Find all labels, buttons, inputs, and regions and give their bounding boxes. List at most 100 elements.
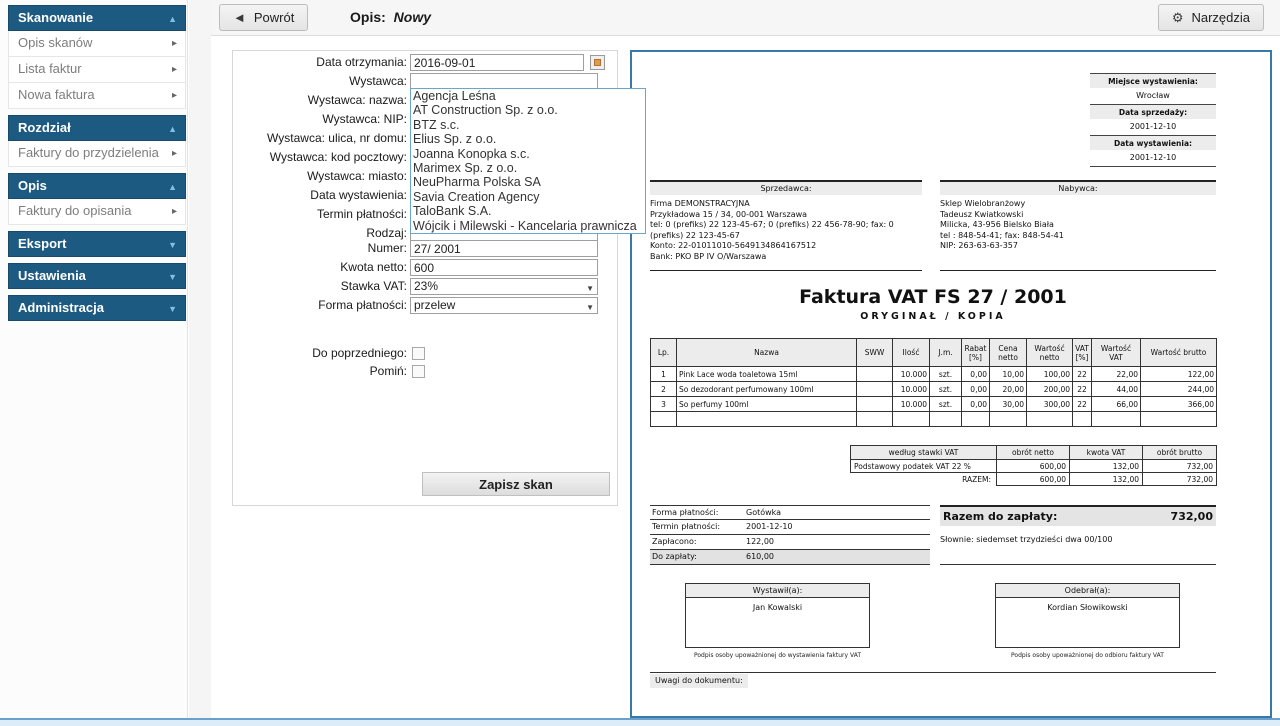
sidebar-item-faktury-do-przydzielenia[interactable]: Faktury do przydzielenia ▸ xyxy=(8,141,186,167)
item-cell xyxy=(857,367,893,382)
sidebar-item-faktury-do-opisania[interactable]: Faktury do opisania ▸ xyxy=(8,199,186,225)
item-cell: 22 xyxy=(1073,367,1092,382)
buyer-line: Milicka, 43-956 Bielsko Biała xyxy=(940,220,1216,231)
wystawca-option[interactable]: Wójcik i Milewski - Kancelaria prawnicza xyxy=(411,219,645,233)
sidebar-item-lista-faktur[interactable]: Lista faktur ▸ xyxy=(8,57,186,83)
bottom-strip xyxy=(0,718,1280,726)
vat-header-row: według stawki VAT obrót netto kwota VAT … xyxy=(851,446,1217,460)
payment-block: Forma płatności: Gotówka Termin płatnośc… xyxy=(650,505,930,565)
gear-icon: ⚙ xyxy=(1172,10,1184,26)
item-cell: szt. xyxy=(930,382,962,397)
item-cell: 30,00 xyxy=(990,397,1027,412)
sidebar-section-administracja[interactable]: Administracja ▼ xyxy=(8,295,186,321)
buyer-line: NIP: 263-63-63-357 xyxy=(940,241,1216,252)
buyer-block: Nabywca: Sklep Wielobranżowy Tadeusz Kwi… xyxy=(940,180,1216,271)
item-cell: 200,00 xyxy=(1027,382,1073,397)
col-header: Rabat [%] xyxy=(962,339,990,367)
sidebar-item-nowa-faktura[interactable]: Nowa faktura ▸ xyxy=(8,83,186,109)
chevron-right-icon: ▸ xyxy=(172,142,177,166)
item-cell: 100,00 xyxy=(1027,367,1073,382)
wystawca-option[interactable]: BTZ s.c. xyxy=(411,118,645,132)
sidebar-menu: Skanowanie ▲ Opis skanów ▸ Lista faktur … xyxy=(8,5,186,327)
sidebar-section-label: Ustawienia xyxy=(18,268,86,283)
wystawca-ulica-label: Wystawca: ulica, nr domu: xyxy=(233,130,407,147)
wystawca-option[interactable]: Elius Sp. z o.o. xyxy=(411,132,645,146)
kwota-netto-label: Kwota netto: xyxy=(233,259,407,276)
form-row-stawka-vat: Stawka VAT: 23% ▼ xyxy=(233,278,617,295)
page-title-value: Nowy xyxy=(394,9,431,25)
item-cell xyxy=(857,382,893,397)
stawka-vat-label: Stawka VAT: xyxy=(233,278,407,295)
data-otrzymania-input[interactable] xyxy=(410,54,584,71)
select-arrow-icon: ▼ xyxy=(586,300,594,315)
sidebar-section-rozdzial[interactable]: Rozdział ▲ xyxy=(8,115,186,141)
form-row-forma-platnosci: Forma płatności: przelew ▼ xyxy=(233,297,617,314)
vat-total-row: RAZEM: 600,00 132,00 732,00 xyxy=(851,473,1217,486)
meta-label: Data wystawienia: xyxy=(1090,135,1216,150)
calendar-button[interactable] xyxy=(590,55,605,70)
tools-button[interactable]: ⚙ Narzędzia xyxy=(1158,4,1264,31)
form-row-pomin: Pomiń: xyxy=(233,363,617,380)
sidebar-section-opis[interactable]: Opis ▲ xyxy=(8,173,186,199)
wystawca-option[interactable]: Joanna Konopka s.c. xyxy=(411,147,645,161)
chevron-right-icon: ▸ xyxy=(172,84,177,108)
chevron-right-icon: ▸ xyxy=(172,58,177,82)
stawka-vat-select[interactable]: 23% ▼ xyxy=(410,278,598,295)
item-cell: 244,00 xyxy=(1141,382,1217,397)
pomin-checkbox[interactable] xyxy=(412,365,425,378)
data-otrzymania-label: Data otrzymania: xyxy=(233,54,407,71)
select-arrow-icon: ▼ xyxy=(586,281,594,296)
sidebar-section-skanowanie[interactable]: Skanowanie ▲ xyxy=(8,5,186,31)
item-cell: 0,00 xyxy=(962,367,990,382)
col-header: Lp. xyxy=(651,339,677,367)
total-due-block: Razem do zapłaty: 732,00 Słownie: siedem… xyxy=(940,505,1216,565)
total-due-label: Razem do zapłaty: xyxy=(943,510,1057,523)
invoice-document: Miejsce wystawienia: Wrocław Data sprzed… xyxy=(632,52,1270,716)
seller-header: Sprzedawca: xyxy=(650,180,922,195)
buyer-line: Tadeusz Kwiatkowski xyxy=(940,210,1216,221)
payment-value: 610,00 xyxy=(742,550,774,564)
col-header: SWW xyxy=(857,339,893,367)
termin-platnosci-label: Termin płatności: xyxy=(233,206,407,223)
wystawca-option[interactable]: Marimex Sp. z o.o. xyxy=(411,161,645,175)
wystawca-option[interactable]: Savia Creation Agency xyxy=(411,190,645,204)
vat-col-header: kwota VAT xyxy=(1070,446,1143,460)
invoice-meta-box: Miejsce wystawienia: Wrocław Data sprzed… xyxy=(1090,73,1216,167)
sidebar-item-opis-skanow[interactable]: Opis skanów ▸ xyxy=(8,31,186,57)
payment-row: Termin płatności: 2001-12-10 xyxy=(650,520,930,535)
sidebar-section-ustawienia[interactable]: Ustawienia ▼ xyxy=(8,263,186,289)
wystawca-label: Wystawca: xyxy=(233,73,407,90)
vat-cell: Podstawowy podatek VAT 22 % xyxy=(851,460,997,473)
item-cell: 10.000 xyxy=(893,397,930,412)
forma-platnosci-label: Forma płatności: xyxy=(233,297,407,314)
item-cell: szt. xyxy=(930,397,962,412)
numer-input[interactable] xyxy=(410,240,598,257)
vat-total-label: RAZEM: xyxy=(851,473,997,486)
col-header: J.m. xyxy=(930,339,962,367)
do-poprzedniego-checkbox[interactable] xyxy=(412,347,425,360)
wystawca-option[interactable]: TaloBank S.A. xyxy=(411,204,645,218)
seller-line: tel: 0 (prefiks) 22 123-45-67; 0 (prefik… xyxy=(650,220,922,241)
payment-label: Zapłacono: xyxy=(650,535,742,549)
item-cell: 22 xyxy=(1073,382,1092,397)
kwota-netto-input[interactable] xyxy=(410,259,598,276)
wystawca-option[interactable]: AT Construction Sp. z o.o. xyxy=(411,103,645,117)
pomin-label: Pomiń: xyxy=(233,363,407,380)
payment-label: Termin płatności: xyxy=(650,520,742,534)
wystawca-option[interactable]: Agencja Leśna xyxy=(411,89,645,103)
forma-platnosci-select[interactable]: przelew ▼ xyxy=(410,297,598,314)
sidebar-section-label: Administracja xyxy=(18,300,104,315)
page-title: Opis: Nowy xyxy=(350,9,431,25)
back-button[interactable]: ◄ Powrót xyxy=(219,4,308,31)
do-poprzedniego-label: Do poprzedniego: xyxy=(233,345,407,362)
sidebar-section-eksport[interactable]: Eksport ▼ xyxy=(8,231,186,257)
form-row-data-otrzymania: Data otrzymania: xyxy=(233,54,617,71)
meta-label: Data sprzedaży: xyxy=(1090,104,1216,119)
save-scan-button[interactable]: Zapisz skan xyxy=(422,472,610,496)
notes-label: Uwagi do dokumentu: xyxy=(650,674,748,688)
item-cell: 10,00 xyxy=(990,367,1027,382)
seller-block: Sprzedawca: Firma DEMONSTRACYJNA Przykła… xyxy=(650,180,922,271)
form-row-numer: Numer: xyxy=(233,240,617,257)
wystawca-option[interactable]: NeuPharma Polska SA xyxy=(411,175,645,189)
form-row-do-poprzedniego: Do poprzedniego: xyxy=(233,345,617,362)
